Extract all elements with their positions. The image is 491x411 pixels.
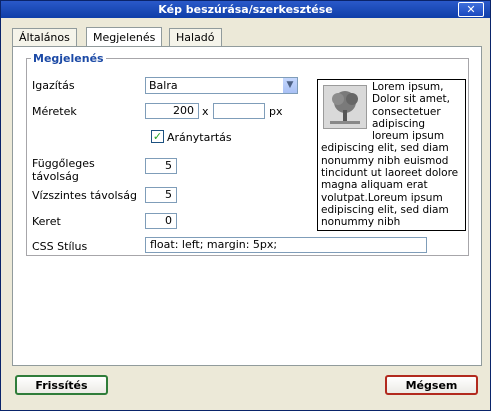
close-button[interactable]: ✕ bbox=[458, 2, 484, 17]
border-label: Keret bbox=[32, 215, 61, 228]
css-style-input[interactable]: float: left; margin: 5px; bbox=[145, 237, 427, 253]
align-label: Igazítás bbox=[32, 79, 75, 92]
tree-image-icon bbox=[323, 85, 367, 129]
tab-appearance[interactable]: Megjelenés bbox=[86, 27, 163, 47]
cancel-button[interactable]: Mégsem bbox=[385, 375, 478, 395]
height-input[interactable] bbox=[213, 103, 265, 119]
appearance-fieldset: Megjelenés Igazítás Balra ▼ Méretek 200 … bbox=[26, 52, 469, 256]
width-input[interactable]: 200 bbox=[145, 103, 199, 119]
constrain-checkbox[interactable]: ✓ bbox=[151, 130, 164, 143]
image-dialog: Kép beszúrása/szerkesztése ✕ Általános M… bbox=[0, 0, 491, 411]
image-preview: Lorem ipsum, Dolor sit amet, consectetue… bbox=[317, 79, 466, 231]
hspace-label: Vízszintes távolság bbox=[32, 189, 137, 202]
chevron-down-icon[interactable]: ▼ bbox=[282, 78, 297, 93]
close-icon: ✕ bbox=[466, 3, 476, 16]
vspace-label: Függőleges távolság bbox=[32, 157, 95, 183]
dimensions-label: Méretek bbox=[32, 105, 77, 118]
tab-advanced[interactable]: Haladó bbox=[169, 28, 222, 47]
align-select-value: Balra bbox=[149, 79, 178, 92]
border-input[interactable]: 0 bbox=[145, 213, 177, 229]
constrain-label: Aránytartás bbox=[167, 131, 232, 144]
align-select[interactable]: Balra ▼ bbox=[145, 77, 298, 94]
times-symbol: x bbox=[202, 105, 209, 118]
vspace-input[interactable]: 5 bbox=[145, 158, 177, 174]
dialog-titlebar[interactable]: Kép beszúrása/szerkesztése ✕ bbox=[1, 1, 490, 18]
fieldset-legend: Megjelenés bbox=[33, 52, 104, 65]
css-style-label: CSS Stílus bbox=[32, 240, 88, 253]
dialog-title: Kép beszúrása/szerkesztése bbox=[158, 3, 333, 16]
update-button[interactable]: Frissítés bbox=[15, 375, 108, 395]
hspace-input[interactable]: 5 bbox=[145, 187, 177, 203]
tab-panel-appearance: Megjelenés Igazítás Balra ▼ Méretek 200 … bbox=[12, 46, 482, 366]
unit-label: px bbox=[269, 105, 283, 118]
tab-general[interactable]: Általános bbox=[12, 28, 77, 47]
